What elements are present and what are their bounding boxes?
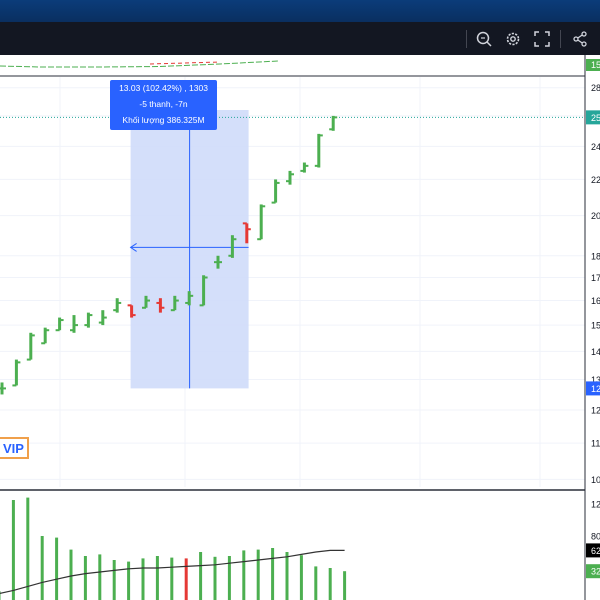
ohlc-bar [70, 315, 78, 333]
price-tick-label: 18 [591, 251, 600, 261]
volume-bar [0, 591, 1, 600]
volume-bar [184, 558, 188, 600]
volume-bar [55, 537, 59, 600]
volume-bar [11, 500, 15, 600]
volume-bar [199, 552, 203, 600]
volume-bar [69, 549, 73, 600]
volume-bar [299, 555, 303, 600]
indicator-value-label: 15 [591, 60, 600, 70]
price-tick-label: 11 [591, 439, 600, 449]
volume-bar [141, 558, 145, 600]
ohlc-bar [12, 359, 21, 387]
volume-ma-label: 62 [591, 546, 600, 556]
volume-bar [98, 554, 102, 600]
zoom-search-icon[interactable] [473, 28, 495, 50]
volume-bar [285, 552, 289, 600]
volume-bar [343, 571, 347, 600]
volume-bar [314, 566, 318, 600]
volume-bar [328, 568, 332, 600]
volume-bar [271, 548, 275, 600]
price-tick-label: 16 [591, 296, 600, 306]
ohlc-bar [314, 133, 323, 168]
ohlc-bar [26, 332, 35, 361]
volume-bar [242, 550, 246, 600]
ohlc-bar [0, 382, 6, 395]
price-tick-label: 20 [591, 211, 600, 221]
indicator-strip [0, 55, 585, 75]
ohlc-bar [329, 115, 338, 131]
volume-bar [256, 549, 260, 600]
volume-last-label: 32 [591, 567, 600, 577]
ohlc-bar [271, 179, 280, 204]
measure-tooltip-volume: Khối lượng 386.325M [122, 115, 205, 125]
volume-bar [155, 556, 159, 600]
ohlc-bar [98, 310, 107, 326]
chart-toolbar [0, 22, 600, 56]
volume-tick-label: 80 [591, 532, 600, 542]
volume-bar [40, 536, 44, 600]
price-tick-label: 28 [591, 83, 600, 93]
ohlc-bar [257, 204, 266, 241]
last-price-label: 25 [591, 113, 600, 123]
price-tick-label: 15 [591, 321, 600, 331]
price-tick-label: 22 [591, 175, 600, 185]
measure-price-label: 12 [591, 384, 600, 394]
measure-tooltip-change: 13.03 (102.42%) , 1303 [119, 83, 208, 93]
settings-gear-icon[interactable] [502, 28, 524, 50]
volume-bar [213, 556, 217, 600]
vip-badge[interactable]: VIP [0, 437, 29, 459]
window-top-bar [0, 0, 600, 22]
ohlc-bar [300, 162, 309, 173]
price-tick-label: 17 [591, 273, 600, 283]
price-tick-label: 12 [591, 405, 600, 415]
measure-tooltip-bars: -5 thanh, -7n [139, 99, 188, 109]
toolbar-separator [466, 30, 467, 48]
volume-bar [26, 497, 30, 600]
ohlc-bar [55, 317, 64, 332]
chart-canvas[interactable]: 2826242220181716151413121110152512128062… [0, 55, 600, 600]
measure-tooltip: 13.03 (102.42%) , 1303 -5 thanh, -7n Khố… [110, 80, 217, 130]
price-tick-label: 10 [591, 475, 600, 485]
volume-bar [112, 560, 116, 600]
volume-tick-label: 12 [591, 500, 600, 510]
fullscreen-icon[interactable] [531, 28, 553, 50]
ohlc-bar [286, 170, 294, 185]
ohlc-bar [41, 327, 50, 345]
toolbar-separator [560, 30, 561, 48]
price-tick-label: 14 [591, 347, 600, 357]
volume-bar [83, 556, 87, 600]
volume-bar [170, 557, 174, 600]
price-tick-label: 24 [591, 142, 600, 152]
volume-bar [127, 561, 131, 600]
share-icon[interactable] [569, 28, 591, 50]
